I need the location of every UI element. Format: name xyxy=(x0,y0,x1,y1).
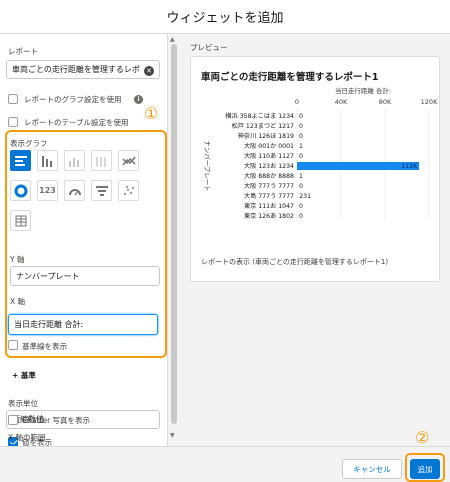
metric-icon: 123 xyxy=(39,186,56,195)
report-input[interactable]: 車両ごとの走行距離を管理するレポ ✕ xyxy=(6,60,160,79)
data-label: 0 xyxy=(299,153,303,160)
chart-type-donut[interactable] xyxy=(10,180,31,201)
table-icon xyxy=(15,215,26,226)
display-unit-label: 表示単位 xyxy=(8,399,38,408)
preview-heading: プレビュー xyxy=(190,43,228,52)
report-label: レポート xyxy=(8,47,38,56)
baseline-section-toggle[interactable]: + 基準 xyxy=(12,370,36,381)
scroll-up-icon[interactable]: ▲ xyxy=(170,36,175,43)
preview-card-title: 車両ごとの走行距離を管理するレポート1 xyxy=(201,72,379,83)
x-axis-title: 当日走行距離 合計: xyxy=(335,86,391,95)
show-chatter-photo-label: Chatter 写真を表示 xyxy=(22,416,91,425)
category-label: 東京 111お 1047 xyxy=(244,202,294,210)
data-label: 0 xyxy=(299,203,303,210)
scatter-icon xyxy=(123,185,134,195)
show-baseline-checkbox[interactable] xyxy=(8,340,18,350)
clear-icon[interactable]: ✕ xyxy=(144,66,154,76)
x-tick-label: 0 xyxy=(295,98,299,106)
donut-icon xyxy=(14,184,27,197)
data-label: 1 xyxy=(299,173,303,180)
category-label: 大阪 001か 0001 xyxy=(244,142,294,150)
highlight-box-2 xyxy=(405,453,445,482)
chart-type-funnel[interactable] xyxy=(91,180,112,201)
chart-type-line[interactable] xyxy=(118,150,139,171)
category-label: 大島 777う 7777 xyxy=(244,192,294,200)
settings-scrollbar[interactable]: ▲ ▼ xyxy=(168,34,180,446)
show-chatter-photo-checkbox[interactable] xyxy=(8,415,18,425)
y-axis-select[interactable]: ナンバープレート xyxy=(10,266,160,286)
modal-footer: キャンセル 追加 xyxy=(0,446,450,482)
data-label: 1 xyxy=(299,143,303,150)
x-tick-label: 80K xyxy=(379,98,392,106)
category-label: 大阪 777う 7777 xyxy=(244,182,294,190)
x-axis-value: 当日走行距離 合計: xyxy=(14,320,84,329)
category-label: 大阪 123お 1234 xyxy=(244,162,294,170)
chart-type-vertical-bar[interactable] xyxy=(37,150,58,171)
stacked-bar-100-icon xyxy=(95,156,106,167)
cancel-button[interactable]: キャンセル xyxy=(342,459,402,479)
chart-type-metric[interactable]: 123 xyxy=(37,180,58,201)
category-label: 大阪 110あ 1127 xyxy=(244,152,294,160)
preview-card: 車両ごとの走行距離を管理するレポート1 当日走行距離 合計: 0 40K 80K 120… xyxy=(190,56,440,282)
scroll-thumb[interactable] xyxy=(171,44,177,424)
y-axis-value: ナンバープレート xyxy=(16,271,80,281)
category-label: 大阪 888か 8888 xyxy=(244,172,294,180)
category-label: 東京 126あ 1802 xyxy=(244,212,294,220)
badge-2: ② xyxy=(415,428,430,447)
category-label: 神奈川 126ほ 1819 xyxy=(238,132,294,140)
stacked-bar-icon xyxy=(68,157,79,167)
badge-1: ① xyxy=(144,104,159,123)
line-chart-icon xyxy=(121,156,136,165)
use-report-chart-label: レポートのグラフ設定を使用 xyxy=(24,95,122,104)
chart-type-table[interactable] xyxy=(10,210,31,231)
report-input-value: 車両ごとの走行距離を管理するレポ xyxy=(12,65,140,74)
y-axis-title: ナンバープレート xyxy=(203,140,211,192)
settings-panel: レポート 車両ごとの走行距離を管理するレポ ✕ レポートのグラフ設定を使用 i … xyxy=(0,34,168,446)
x-axis-select[interactable]: 当日走行距離 合計: xyxy=(8,314,158,335)
info-icon[interactable]: i xyxy=(134,95,143,104)
data-label: 111K xyxy=(401,163,418,170)
display-chart-label: 表示グラフ xyxy=(10,139,48,148)
data-label: 0 xyxy=(299,183,303,190)
category-label: 横浜 358よこはま 1234 xyxy=(225,112,294,120)
use-report-chart-checkbox[interactable] xyxy=(8,94,18,104)
x-axis-label: X 軸 xyxy=(10,297,26,306)
show-baseline-label: 基準線を表示 xyxy=(22,342,67,351)
bar-chart: 当日走行距離 合計: 0 40K 80K 120K ナンバープレート 横浜 358よこはま … xyxy=(203,86,438,221)
view-report-link[interactable]: レポートの表示 (車両ごとの走行距離を管理するレポート1) xyxy=(201,257,388,267)
funnel-icon xyxy=(95,185,108,196)
chart-type-stacked-bar[interactable] xyxy=(64,150,85,171)
x-tick-label: 120K xyxy=(421,98,438,106)
x-range-label: X 軸の範囲 xyxy=(8,433,46,442)
modal-header: ウィジェットを追加 xyxy=(0,0,450,34)
vertical-bar-icon xyxy=(41,155,52,167)
data-label: 231 xyxy=(299,193,311,200)
chart-type-scatter[interactable] xyxy=(118,180,139,201)
use-report-table-label: レポートのテーブル設定を使用 xyxy=(24,118,129,127)
data-label: 0 xyxy=(299,113,303,120)
chart-type-stacked-bar-100[interactable] xyxy=(91,150,112,171)
scroll-down-icon[interactable]: ▼ xyxy=(170,432,175,439)
data-label: 0 xyxy=(299,213,303,220)
y-axis-label: Y 軸 xyxy=(10,255,25,264)
gauge-icon xyxy=(68,188,81,195)
data-label: 0 xyxy=(299,133,303,140)
use-report-table-checkbox[interactable] xyxy=(8,117,18,127)
chart-type-horizontal-bar[interactable] xyxy=(10,150,31,171)
modal-body: レポート 車両ごとの走行距離を管理するレポ ✕ レポートのグラフ設定を使用 i … xyxy=(0,34,450,446)
horizontal-bar-icon xyxy=(14,155,27,166)
data-label: 0 xyxy=(299,123,303,130)
category-label: 松戸 123まつど 1217 xyxy=(232,122,294,130)
x-tick-label: 40K xyxy=(335,98,348,106)
chart-type-gauge[interactable] xyxy=(64,180,85,201)
modal-title: ウィジェットを追加 xyxy=(166,11,284,26)
